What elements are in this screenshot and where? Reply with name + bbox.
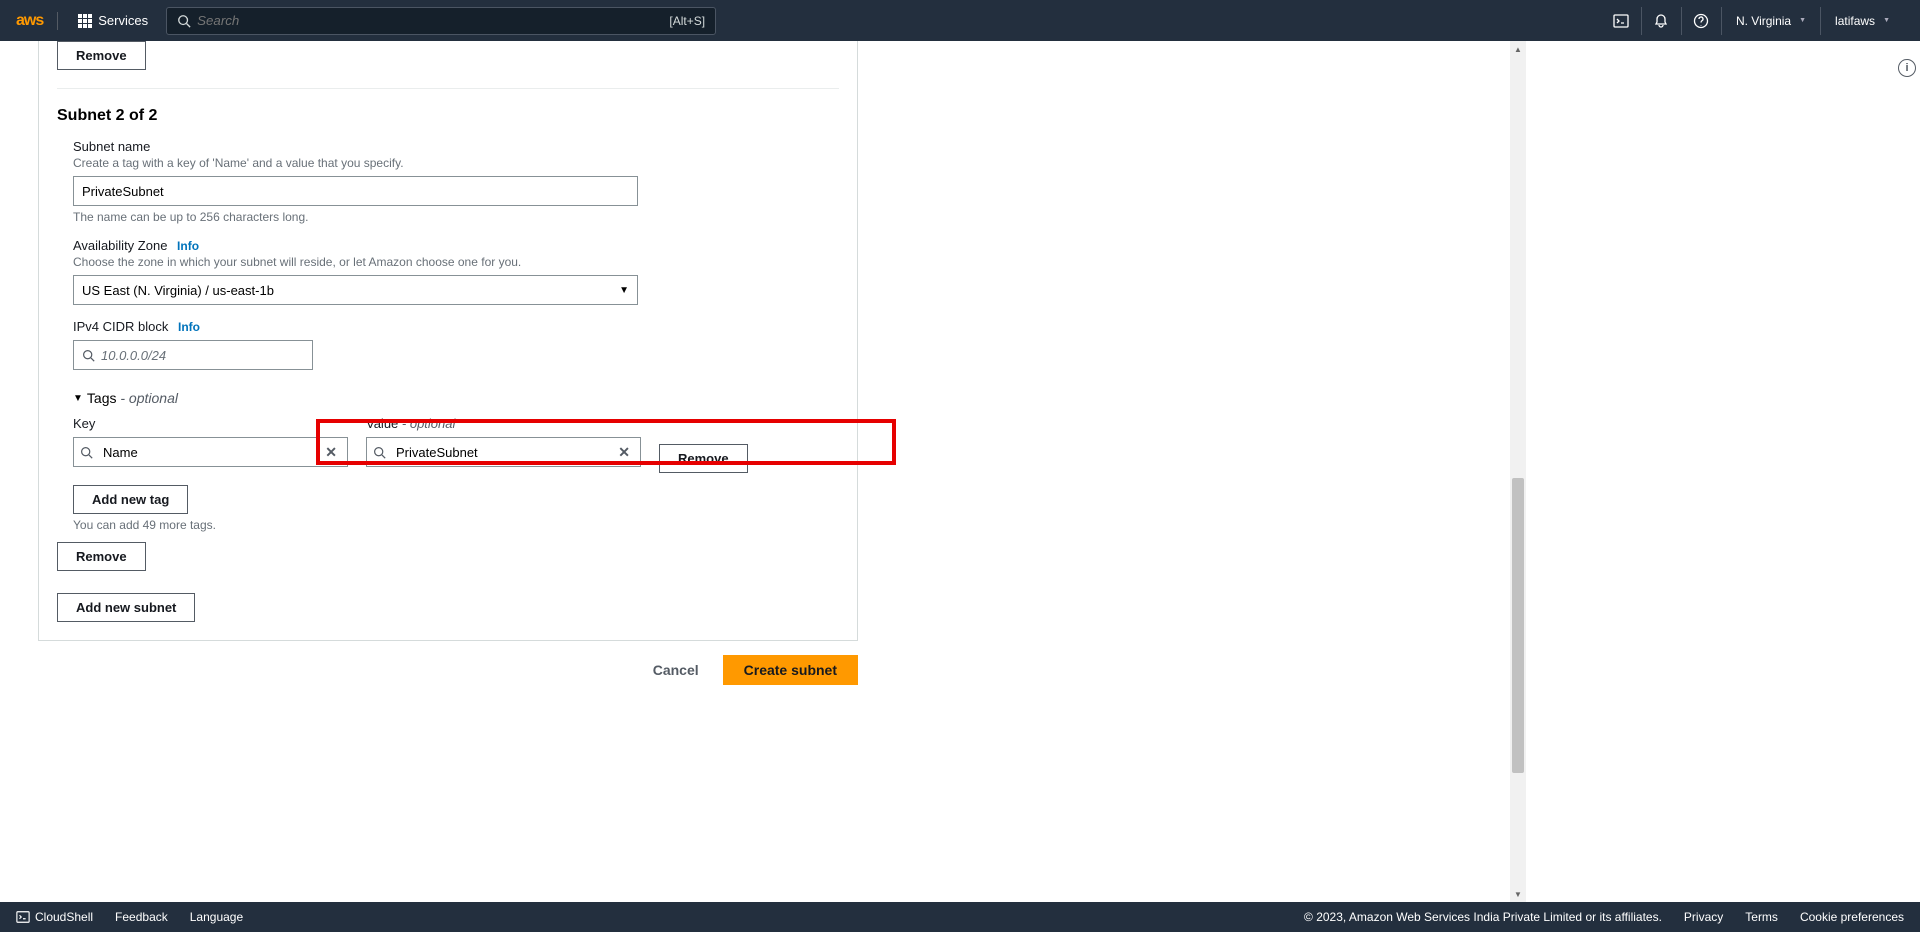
tag-value-input[interactable]	[392, 445, 614, 460]
cidr-label: IPv4 CIDR block Info	[73, 319, 839, 334]
search-icon	[177, 14, 191, 28]
scrollbar-thumb[interactable]	[1512, 478, 1524, 773]
subnet-name-input[interactable]	[73, 176, 638, 206]
subnet-name-label: Subnet name	[73, 139, 839, 154]
tag-key-col: Key ✕	[73, 416, 348, 467]
scroll-down-arrow[interactable]: ▼	[1510, 886, 1526, 902]
notifications-icon[interactable]	[1642, 7, 1682, 35]
search-shortcut-hint: [Alt+S]	[669, 14, 705, 28]
cloudshell-icon	[16, 910, 30, 924]
cidr-info-link[interactable]: Info	[178, 320, 200, 334]
az-label: Availability Zone Info	[73, 238, 839, 253]
copyright-text: © 2023, Amazon Web Services India Privat…	[1304, 910, 1662, 924]
tags-row: Key ✕ Value - optional	[73, 416, 839, 473]
language-link[interactable]: Language	[190, 910, 243, 924]
remove-subnet-button-1[interactable]: Remove	[57, 41, 146, 70]
clear-key-icon[interactable]: ✕	[321, 444, 341, 461]
add-new-subnet-button[interactable]: Add new subnet	[57, 593, 195, 622]
chevron-down-icon: ▼	[619, 285, 629, 296]
tag-value-label: Value - optional	[366, 416, 641, 431]
triangle-down-icon: ▼	[73, 393, 83, 404]
add-tag-button[interactable]: Add new tag	[73, 485, 188, 514]
top-nav: aws Services [Alt+S] N. Virginia latifaw…	[0, 0, 1920, 41]
region-selector[interactable]: N. Virginia	[1722, 7, 1821, 35]
az-value-label: US East (N. Virginia) / us-east-1b	[82, 283, 274, 298]
tags-toggle[interactable]: ▼ Tags - optional	[73, 390, 839, 406]
subnet-name-help: The name can be up to 256 characters lon…	[73, 210, 839, 224]
cloudshell-icon[interactable]	[1602, 7, 1642, 35]
cidr-input[interactable]	[101, 348, 304, 363]
privacy-link[interactable]: Privacy	[1684, 910, 1723, 924]
az-info-link[interactable]: Info	[177, 239, 199, 253]
cidr-field: IPv4 CIDR block Info	[73, 305, 839, 370]
cloudshell-link[interactable]: CloudShell	[16, 910, 93, 924]
search-input[interactable]	[197, 13, 669, 28]
subnet-heading: Subnet 2 of 2	[57, 89, 839, 139]
services-grid-icon	[78, 14, 92, 28]
aws-logo[interactable]: aws	[16, 12, 58, 30]
add-tag-help: You can add 49 more tags.	[73, 518, 839, 532]
subnet-name-field: Subnet name Create a tag with a key of '…	[73, 139, 839, 224]
create-subnet-button[interactable]: Create subnet	[723, 655, 858, 685]
availability-zone-field: Availability Zone Info Choose the zone i…	[73, 224, 839, 305]
search-icon	[373, 446, 386, 459]
terms-link[interactable]: Terms	[1745, 910, 1778, 924]
az-desc: Choose the zone in which your subnet wil…	[73, 255, 839, 269]
scroll-up-arrow[interactable]: ▲	[1510, 41, 1526, 57]
bottom-bar: CloudShell Feedback Language © 2023, Ama…	[0, 902, 1920, 932]
cookie-link[interactable]: Cookie preferences	[1800, 910, 1904, 924]
services-button[interactable]: Services	[72, 9, 154, 32]
tag-key-input-wrap[interactable]: ✕	[73, 437, 348, 467]
help-icon[interactable]	[1682, 7, 1722, 35]
tag-key-label: Key	[73, 416, 348, 431]
az-select[interactable]: US East (N. Virginia) / us-east-1b ▼	[73, 275, 638, 305]
vertical-scrollbar[interactable]: ▲ ▼	[1510, 41, 1526, 902]
tag-value-col: Value - optional ✕	[366, 416, 641, 467]
global-search[interactable]: [Alt+S]	[166, 7, 716, 35]
clear-value-icon[interactable]: ✕	[614, 444, 634, 461]
services-label: Services	[98, 13, 148, 28]
feedback-link[interactable]: Feedback	[115, 910, 168, 924]
remove-subnet-button-2[interactable]: Remove	[57, 542, 146, 571]
nav-right: N. Virginia latifaws	[1602, 7, 1904, 35]
tag-key-input[interactable]	[99, 445, 321, 460]
cancel-button[interactable]: Cancel	[639, 655, 713, 685]
action-row: Cancel Create subnet	[38, 641, 858, 685]
cidr-input-wrap[interactable]	[73, 340, 313, 370]
bottom-right: © 2023, Amazon Web Services India Privat…	[1304, 910, 1904, 924]
remove-tag-button[interactable]: Remove	[659, 444, 748, 473]
search-icon	[80, 446, 93, 459]
subnet-name-desc: Create a tag with a key of 'Name' and a …	[73, 156, 839, 170]
user-menu[interactable]: latifaws	[1821, 7, 1904, 35]
subnet-settings-panel: Remove Subnet 2 of 2 Subnet name Create …	[38, 41, 858, 641]
page-body: Remove Subnet 2 of 2 Subnet name Create …	[0, 41, 1920, 902]
info-panel-toggle-icon[interactable]: i	[1898, 59, 1916, 77]
tag-value-input-wrap[interactable]: ✕	[366, 437, 641, 467]
bottom-left: CloudShell Feedback Language	[16, 910, 243, 924]
search-icon	[82, 349, 95, 362]
